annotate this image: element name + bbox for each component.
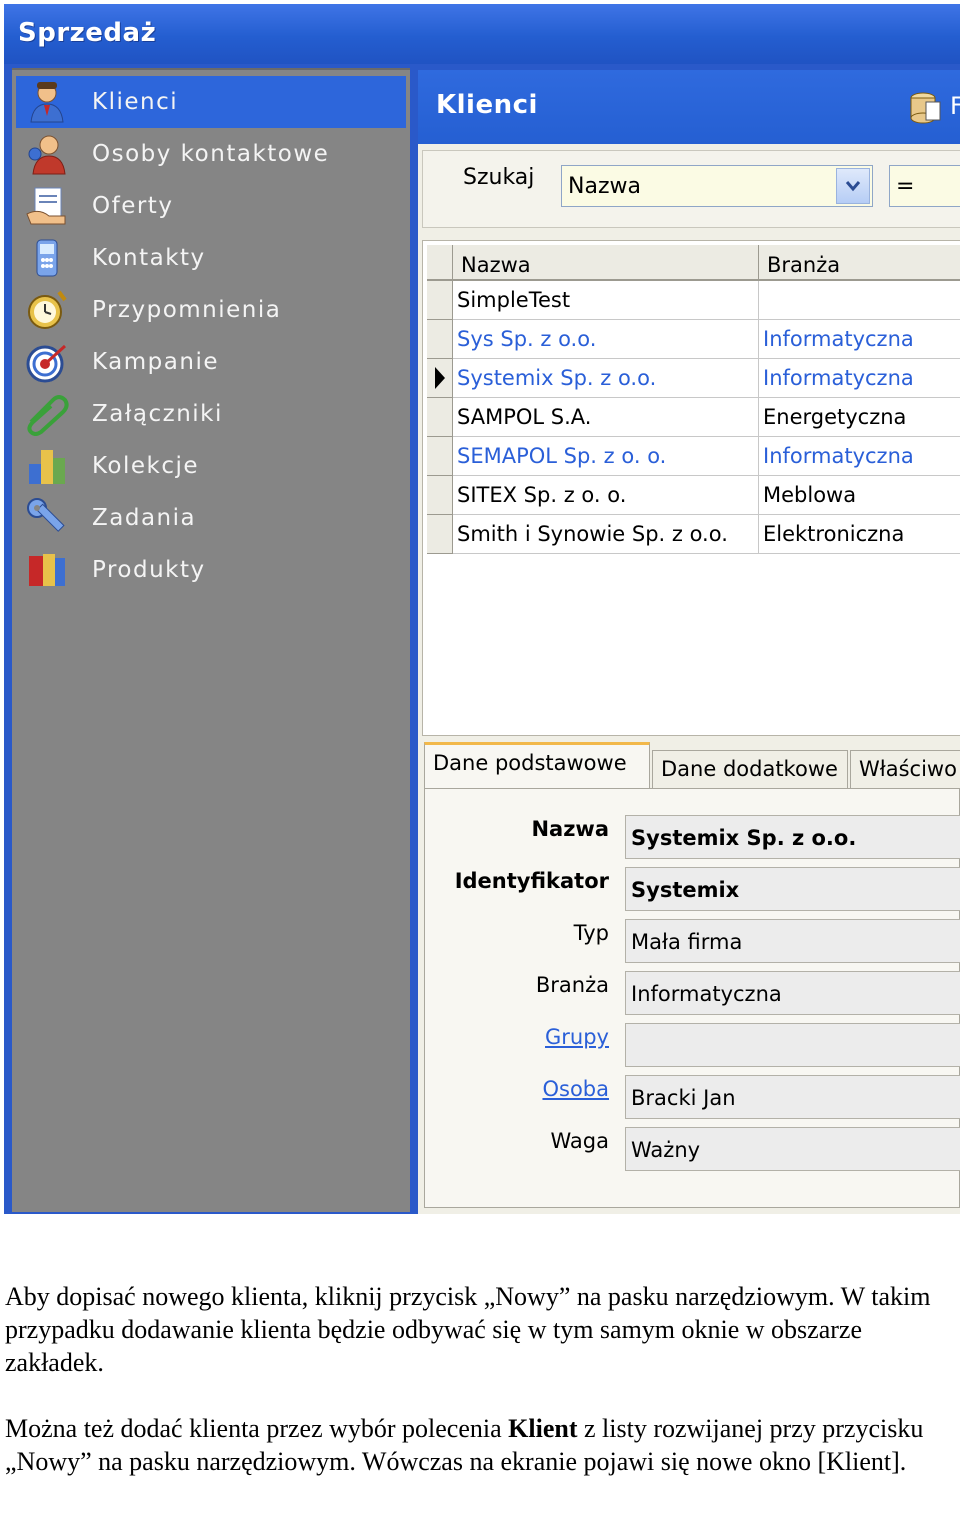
sidebar-item-label: Klienci	[92, 89, 179, 115]
sidebar-item-kampanie[interactable]: Kampanie	[16, 336, 406, 388]
row-selector[interactable]	[427, 476, 453, 515]
type-field[interactable]: Mała firma	[625, 919, 960, 963]
row-selector[interactable]	[427, 359, 453, 398]
table-cell-industry[interactable]: Meblowa	[759, 476, 960, 515]
target-icon	[22, 340, 72, 384]
table-cell-name[interactable]: SimpleTest	[453, 281, 759, 320]
main-panel: Klienci F Szukaj Nazwa = Nazwa Branża Si…	[418, 70, 960, 1214]
person-link[interactable]: Osoba	[542, 1077, 609, 1101]
app-titlebar: Sprzedaż	[4, 4, 960, 64]
products-icon	[22, 548, 72, 592]
name-label: Nazwa	[531, 817, 609, 841]
groups-link[interactable]: Grupy	[545, 1025, 609, 1049]
app-title: Sprzedaż	[18, 18, 157, 48]
sidebar: Klienci Osoby kontaktowe Oferty Kontakty…	[12, 68, 410, 1212]
tab-wlasciwosci[interactable]: Właściwo	[850, 750, 960, 790]
search-label: Szukaj	[463, 165, 535, 190]
column-header-name[interactable]: Nazwa	[453, 245, 759, 281]
sidebar-item-osoby-kontaktowe[interactable]: Osoby kontaktowe	[16, 128, 406, 180]
table-cell-industry[interactable]: Informatyczna	[759, 437, 960, 476]
table-cell-name[interactable]: SITEX Sp. z o. o.	[453, 476, 759, 515]
type-label: Typ	[573, 921, 609, 945]
industry-label: Branża	[535, 973, 609, 997]
groups-field[interactable]	[625, 1023, 960, 1067]
tab-strip: Dane podstawowe Dane dodatkowe Właściwo	[424, 742, 960, 792]
tab-dane-podstawowe[interactable]: Dane podstawowe	[424, 742, 650, 792]
row-selector[interactable]	[427, 437, 453, 476]
phone-icon	[22, 236, 72, 280]
sidebar-item-oferty[interactable]: Oferty	[16, 180, 406, 232]
sidebar-item-label: Produkty	[92, 557, 206, 583]
search-operator-value: =	[896, 174, 915, 199]
clients-icon	[22, 80, 72, 124]
row-selector[interactable]	[427, 320, 453, 359]
person-field[interactable]: Bracki Jan	[625, 1075, 960, 1119]
table-cell-name[interactable]: SEMAPOL Sp. z o. o.	[453, 437, 759, 476]
industry-field[interactable]: Informatyczna	[625, 971, 960, 1015]
sidebar-item-produkty[interactable]: Produkty	[16, 544, 406, 596]
table-cell-name[interactable]: Smith i Synowie Sp. z o.o.	[453, 515, 759, 554]
table-cell-name[interactable]: SAMPOL S.A.	[453, 398, 759, 437]
row-selector[interactable]	[427, 398, 453, 437]
paperclip-icon	[22, 392, 72, 436]
sidebar-item-label: Kampanie	[92, 349, 219, 375]
sidebar-item-label: Osoby kontaktowe	[92, 141, 330, 167]
sidebar-item-label: Przypomnienia	[92, 297, 282, 323]
sidebar-item-kontakty[interactable]: Kontakty	[16, 232, 406, 284]
chevron-down-icon[interactable]	[836, 168, 870, 204]
sidebar-item-label: Oferty	[92, 193, 174, 219]
offers-icon	[22, 184, 72, 228]
tab-dane-dodatkowe[interactable]: Dane dodatkowe	[652, 750, 848, 790]
table-cell-industry[interactable]: Informatyczna	[759, 320, 960, 359]
column-header-industry[interactable]: Branża	[759, 245, 960, 281]
search-field-select[interactable]: Nazwa	[561, 165, 873, 207]
toolbar-new-icon[interactable]	[908, 90, 942, 128]
collections-icon	[22, 444, 72, 488]
sidebar-item-klienci[interactable]: Klienci	[16, 76, 406, 128]
search-operator-select[interactable]: =	[889, 165, 960, 207]
row-selector[interactable]	[427, 281, 453, 320]
sidebar-item-kolekcje[interactable]: Kolekcje	[16, 440, 406, 492]
alarm-clock-icon	[22, 288, 72, 332]
caption-paragraph-2: Można też dodać klienta przez wybór pole…	[5, 1412, 955, 1478]
identifier-field[interactable]: Systemix	[625, 867, 960, 911]
tab-panel: Nazwa Systemix Sp. z o.o. Identyfikator …	[424, 788, 960, 1208]
sidebar-item-label: Kolekcje	[92, 453, 200, 479]
table-cell-industry[interactable]: Energetyczna	[759, 398, 960, 437]
table-cell-name[interactable]: Systemix Sp. z o.o.	[453, 359, 759, 398]
sidebar-item-label: Załączniki	[92, 401, 223, 427]
content-header: Klienci F	[418, 70, 960, 144]
weight-label: Waga	[550, 1129, 610, 1153]
sidebar-item-label: Zadania	[92, 505, 197, 531]
caption-paragraph-1: Aby dopisać nowego klienta, kliknij przy…	[5, 1282, 931, 1377]
name-field[interactable]: Systemix Sp. z o.o.	[625, 815, 960, 859]
row-selector[interactable]	[427, 515, 453, 554]
search-field-value: Nazwa	[568, 174, 641, 199]
caption-bold-command: Klient	[508, 1414, 578, 1443]
table-cell-industry[interactable]	[759, 281, 960, 320]
caption-text: Aby dopisać nowego klienta, kliknij przy…	[5, 1280, 955, 1478]
table-cell-industry[interactable]: Elektroniczna	[759, 515, 960, 554]
weight-field[interactable]: Ważny	[625, 1127, 960, 1171]
caption-text-before: Można też dodać klienta przez wybór pole…	[5, 1414, 509, 1443]
table-cell-name[interactable]: Sys Sp. z o.o.	[453, 320, 759, 359]
clients-table: Nazwa Branża SimpleTest Sys Sp. z o.o. Inf…	[422, 240, 960, 736]
screenshot-window: Sprzedaż Klienci Osoby kontaktowe Oferty…	[4, 4, 960, 1214]
identifier-label: Identyfikator	[454, 869, 609, 893]
search-panel: Szukaj Nazwa =	[422, 150, 960, 228]
sidebar-item-label: Kontakty	[92, 245, 206, 271]
contact-persons-icon	[22, 132, 72, 176]
sidebar-item-zadania[interactable]: Zadania	[16, 492, 406, 544]
wrench-icon	[22, 496, 72, 540]
sidebar-item-zalaczniki[interactable]: Załączniki	[16, 388, 406, 440]
table-cell-industry[interactable]: Informatyczna	[759, 359, 960, 398]
row-selector-header	[427, 245, 453, 281]
sidebar-item-przypomnienia[interactable]: Przypomnienia	[16, 284, 406, 336]
page-title: Klienci	[436, 90, 538, 120]
toolbar-new-label[interactable]: F	[950, 92, 960, 120]
